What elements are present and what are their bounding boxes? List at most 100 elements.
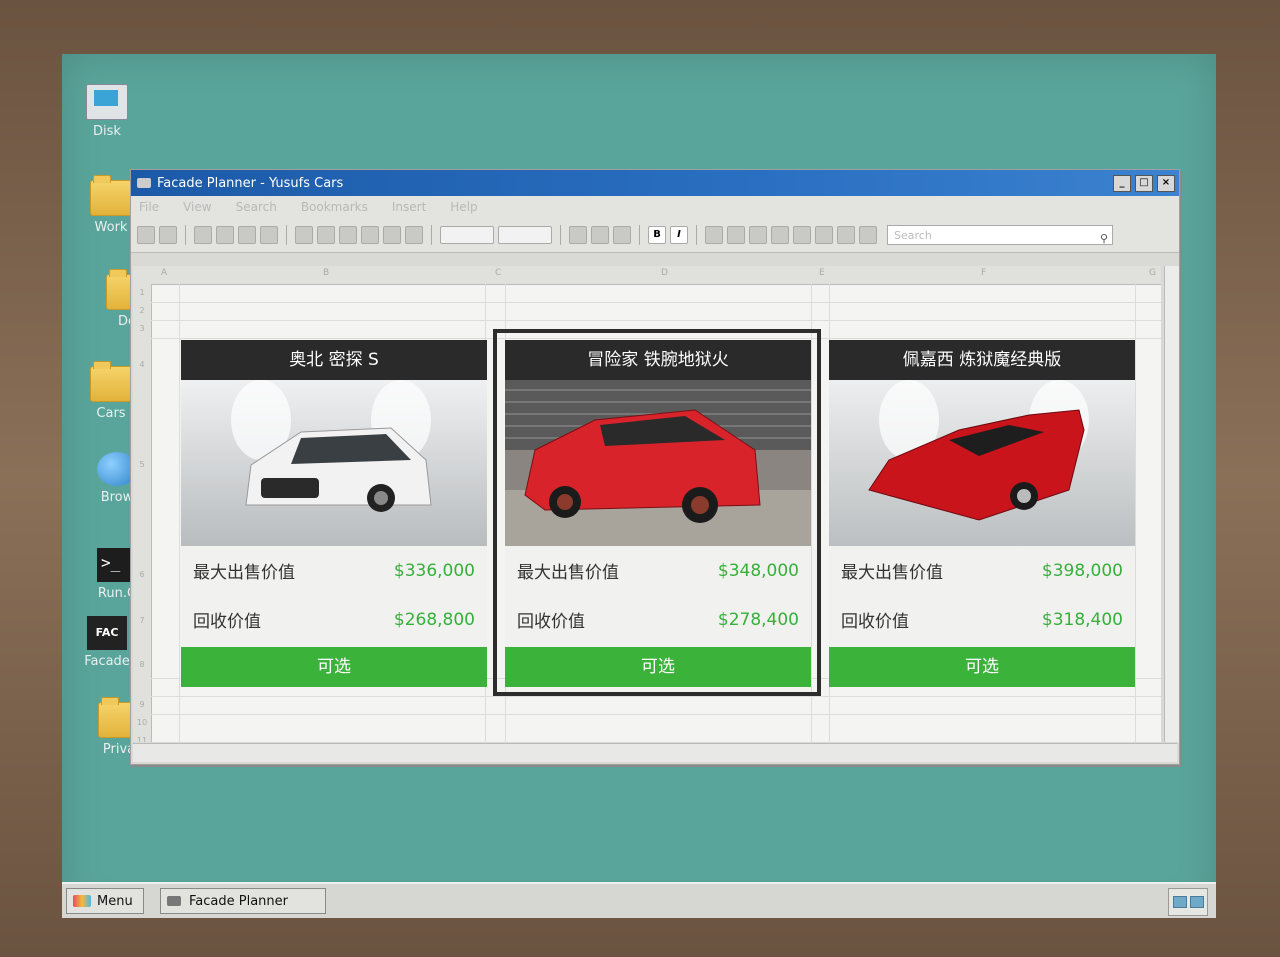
layout-icon[interactable]: [317, 226, 335, 244]
row-header[interactable]: 9: [133, 700, 151, 709]
network-icon[interactable]: [1172, 896, 1187, 908]
grid-line: [151, 320, 1161, 321]
grid-line: [151, 714, 1161, 715]
paste-icon[interactable]: [260, 226, 278, 244]
list-icon[interactable]: [705, 226, 723, 244]
row-header[interactable]: 7: [133, 616, 151, 625]
row-header[interactable]: 4: [133, 360, 151, 369]
start-menu-button[interactable]: Menu: [66, 888, 144, 914]
row-headers: 1 2 3 4 5 6 7 8 9 10 11: [133, 284, 152, 742]
row-header[interactable]: 2: [133, 306, 151, 315]
trade-in-value: $318,400: [1041, 609, 1123, 630]
computer-icon: [86, 84, 128, 120]
document-icon[interactable]: [194, 226, 212, 244]
new-file-icon[interactable]: [137, 226, 155, 244]
close-button[interactable]: ×: [1157, 174, 1175, 192]
print-icon[interactable]: [238, 226, 256, 244]
font-size-dropdown[interactable]: [440, 226, 494, 244]
align-right-icon[interactable]: [837, 226, 855, 244]
row-header[interactable]: 8: [133, 660, 151, 669]
style-dropdown[interactable]: [498, 226, 552, 244]
italic-button[interactable]: I: [670, 226, 688, 244]
column-header[interactable]: E: [819, 268, 825, 278]
task-label: Facade Planner: [189, 893, 288, 909]
bold-button[interactable]: B: [648, 226, 666, 244]
available-button[interactable]: 可选: [829, 647, 1135, 687]
list-icon[interactable]: [727, 226, 745, 244]
trade-in-label: 回收价值: [193, 612, 261, 632]
row-header[interactable]: 5: [133, 460, 151, 469]
column-header[interactable]: B: [323, 268, 329, 278]
start-menu-label: Menu: [97, 893, 133, 909]
folder-icon: [90, 175, 132, 216]
grid-line: [179, 284, 180, 742]
horizontal-scrollbar[interactable]: [133, 743, 1177, 762]
menu-bookmarks[interactable]: Bookmarks: [301, 200, 368, 214]
selection-highlight: [493, 329, 821, 696]
desktop-icon-disk[interactable]: Disk: [72, 84, 142, 139]
justify-icon[interactable]: [859, 226, 877, 244]
column-header[interactable]: D: [661, 268, 668, 278]
row-header[interactable]: 10: [133, 718, 151, 727]
layout-icon[interactable]: [361, 226, 379, 244]
menu-file[interactable]: File: [139, 200, 159, 214]
layout-icon[interactable]: [383, 226, 401, 244]
toolbar-separator: [286, 225, 287, 245]
align-left-icon[interactable]: [793, 226, 811, 244]
column-header[interactable]: G: [1149, 268, 1156, 278]
toolbar: B I Search ⚲: [131, 218, 1179, 253]
layout-icon[interactable]: [295, 226, 313, 244]
taskbar: Menu Facade Planner: [62, 882, 1216, 918]
row-header[interactable]: 11: [133, 736, 151, 742]
title-bar[interactable]: Facade Planner - Yusufs Cars _ □ ×: [131, 170, 1179, 196]
maximize-button[interactable]: □: [1135, 174, 1153, 192]
vertical-scrollbar[interactable]: [1164, 266, 1179, 742]
vehicle-name: 佩嘉西 炼狱魔经典版: [829, 340, 1135, 380]
search-icon[interactable]: ⚲: [1100, 229, 1108, 249]
outdent-icon[interactable]: [771, 226, 789, 244]
vehicle-card[interactable]: 佩嘉西 炼狱魔经典版 最大出售价值 $398,000 回收价值 $318,400…: [829, 340, 1135, 687]
record-icon[interactable]: [405, 226, 423, 244]
save-icon[interactable]: [159, 226, 177, 244]
align-icon[interactable]: [569, 226, 587, 244]
row-header[interactable]: 6: [133, 570, 151, 579]
vehicle-card[interactable]: 奥北 密探 S 最大出售价值 $336,000 回收价值 $268,800 可选: [181, 340, 487, 687]
row-header[interactable]: 1: [133, 288, 151, 297]
max-sale-value: $398,000: [1041, 560, 1123, 581]
vehicle-photo: [181, 380, 487, 546]
menu-icon: [73, 895, 91, 907]
toolbar-separator: [696, 225, 697, 245]
copy-icon[interactable]: [216, 226, 234, 244]
trade-in-row: 回收价值 $318,400: [829, 595, 1135, 644]
search-input[interactable]: Search ⚲: [887, 225, 1113, 245]
menu-insert[interactable]: Insert: [392, 200, 426, 214]
display-icon[interactable]: [1189, 896, 1204, 908]
toolbar-separator: [639, 225, 640, 245]
max-sale-row: 最大出售价值 $336,000: [181, 546, 487, 595]
max-sale-row: 最大出售价值 $398,000: [829, 546, 1135, 595]
trade-in-row: 回收价值 $268,800: [181, 595, 487, 644]
menu-help[interactable]: Help: [450, 200, 477, 214]
trade-in-value: $268,800: [393, 609, 475, 630]
menu-search[interactable]: Search: [236, 200, 277, 214]
task-facade-planner[interactable]: Facade Planner: [160, 888, 326, 914]
facade-icon: FAC: [87, 616, 127, 650]
indent-icon[interactable]: [749, 226, 767, 244]
minimize-button[interactable]: _: [1113, 174, 1131, 192]
grid-line: [1135, 284, 1136, 742]
column-header[interactable]: F: [981, 268, 986, 278]
row-header[interactable]: 3: [133, 324, 151, 333]
align-center-icon[interactable]: [815, 226, 833, 244]
available-button[interactable]: 可选: [181, 647, 487, 687]
trade-in-label: 回收价值: [841, 612, 909, 632]
align-icon[interactable]: [591, 226, 609, 244]
column-header[interactable]: A: [161, 268, 167, 278]
menu-view[interactable]: View: [183, 200, 211, 214]
grid-line: [151, 302, 1161, 303]
align-icon[interactable]: [613, 226, 631, 244]
column-header[interactable]: C: [495, 268, 501, 278]
vehicle-name: 奥北 密探 S: [181, 340, 487, 380]
folder-icon: [90, 361, 132, 402]
toolbar-separator: [560, 225, 561, 245]
layout-icon[interactable]: [339, 226, 357, 244]
